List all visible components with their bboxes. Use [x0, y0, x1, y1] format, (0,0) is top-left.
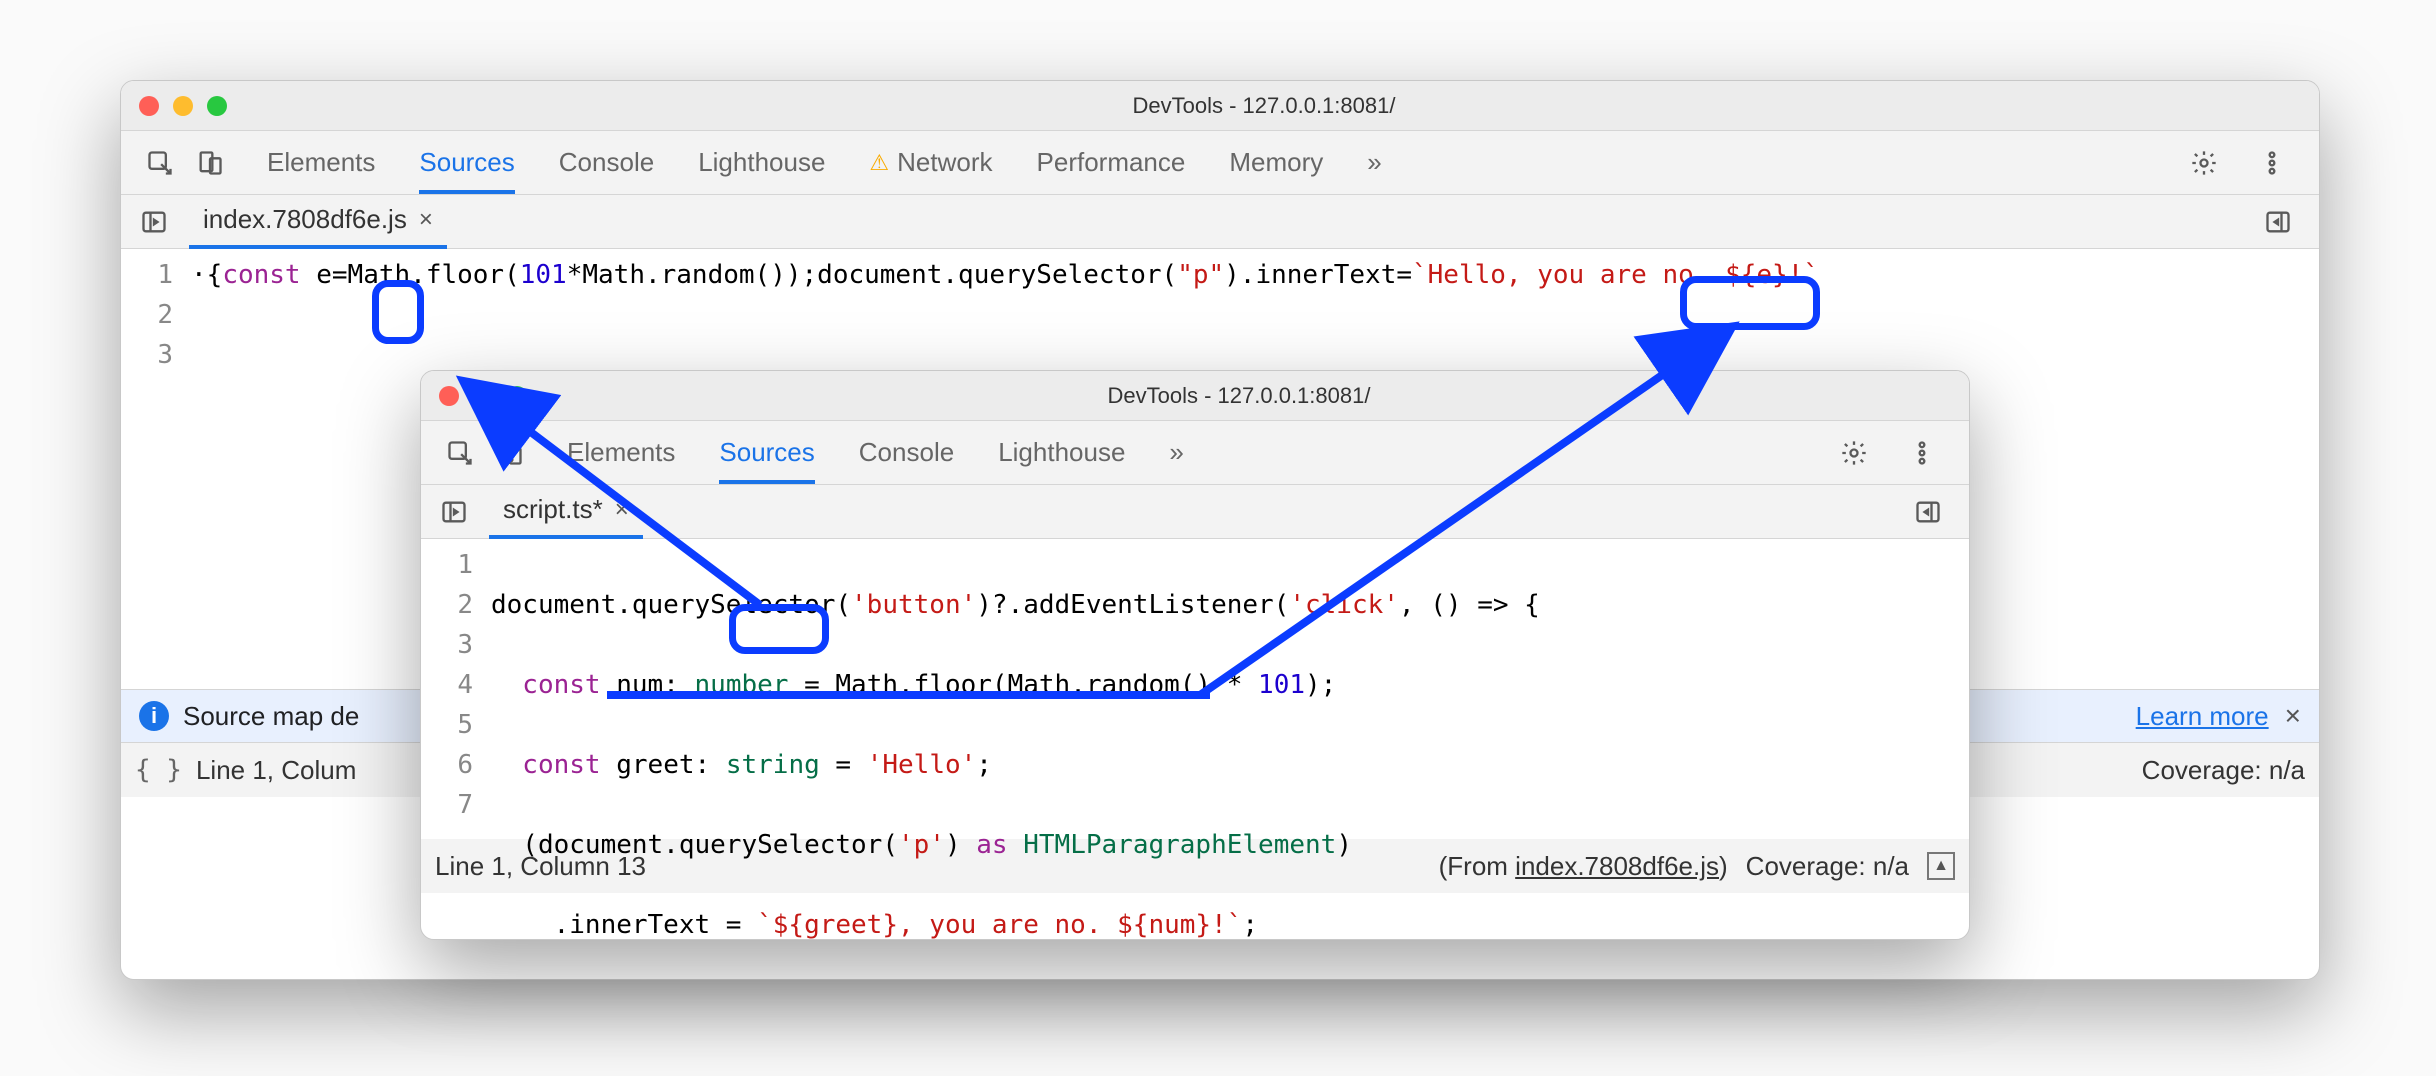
file-tab-label: script.ts*: [503, 494, 603, 525]
cursor-position: Line 1, Colum: [196, 755, 356, 786]
tab-elements[interactable]: Elements: [567, 421, 675, 484]
line-gutter: 1 2 3 4 5 6 7: [421, 539, 491, 839]
minimize-icon[interactable]: [473, 386, 493, 406]
tab-sources[interactable]: Sources: [719, 421, 814, 484]
inspect-icon[interactable]: [439, 432, 481, 474]
close-icon[interactable]: [439, 386, 459, 406]
panel-toolbar: Elements Sources Console Lighthouse ⚠ Net…: [121, 131, 2319, 195]
coverage-label: Coverage: n/a: [2142, 755, 2305, 786]
close-icon[interactable]: ×: [419, 206, 433, 234]
panel-tabs: Elements Sources Console Lighthouse »: [567, 421, 1833, 484]
file-tabs: index.7808df6e.js ×: [121, 195, 2319, 249]
cursor-position: Line 1, Column 13: [435, 851, 646, 882]
maximize-icon[interactable]: [507, 386, 527, 406]
line-number: 2: [445, 585, 473, 625]
window-title: DevTools - 127.0.0.1:8081/: [527, 383, 1951, 409]
line-number: 1: [445, 545, 473, 585]
titlebar: DevTools - 127.0.0.1:8081/: [421, 371, 1969, 421]
tab-network[interactable]: ⚠ Network: [869, 131, 992, 194]
line-number: 3: [445, 625, 473, 665]
more-tabs-icon[interactable]: »: [1169, 421, 1183, 484]
code-content: document.querySelector('button')?.addEve…: [491, 539, 1550, 839]
close-icon[interactable]: ×: [2285, 700, 2301, 732]
learn-more-link[interactable]: Learn more: [2136, 701, 2269, 732]
minimize-icon[interactable]: [173, 96, 193, 116]
debugger-toggle-icon[interactable]: [1907, 491, 1949, 533]
pretty-print-icon[interactable]: { }: [135, 755, 182, 785]
kebab-menu-icon[interactable]: [2251, 142, 2293, 184]
file-tab-label: index.7808df6e.js: [203, 204, 407, 235]
device-toggle-icon[interactable]: [189, 142, 231, 184]
line-number: 6: [445, 745, 473, 785]
line-number: 5: [445, 705, 473, 745]
tab-console[interactable]: Console: [859, 421, 954, 484]
gear-icon[interactable]: [2183, 142, 2225, 184]
panel-tabs: Elements Sources Console Lighthouse ⚠ Net…: [267, 131, 2183, 194]
navigator-toggle-icon[interactable]: [433, 491, 475, 533]
tab-performance[interactable]: Performance: [1037, 131, 1186, 194]
more-tabs-icon[interactable]: »: [1367, 131, 1381, 194]
tab-console[interactable]: Console: [559, 131, 654, 194]
info-icon: i: [139, 701, 169, 731]
maximize-icon[interactable]: [207, 96, 227, 116]
devtools-window-source: DevTools - 127.0.0.1:8081/ Elements Sour…: [420, 370, 1970, 940]
tab-elements[interactable]: Elements: [267, 131, 375, 194]
origin-file-link[interactable]: index.7808df6e.js: [1515, 851, 1719, 881]
tab-sources[interactable]: Sources: [419, 131, 514, 194]
line-number: 7: [445, 785, 473, 825]
debugger-toggle-icon[interactable]: [2257, 201, 2299, 243]
tab-network-label: Network: [897, 147, 992, 178]
gear-icon[interactable]: [1833, 432, 1875, 474]
tab-lighthouse[interactable]: Lighthouse: [698, 131, 825, 194]
close-icon[interactable]: ×: [615, 496, 629, 524]
line-gutter: 1 2 3: [121, 249, 191, 689]
close-icon[interactable]: [139, 96, 159, 116]
tab-lighthouse[interactable]: Lighthouse: [998, 421, 1125, 484]
navigator-toggle-icon[interactable]: [133, 201, 175, 243]
coverage-label: Coverage: n/a: [1746, 851, 1909, 882]
warning-icon: ⚠: [869, 150, 889, 176]
panel-toolbar: Elements Sources Console Lighthouse »: [421, 421, 1969, 485]
tab-memory[interactable]: Memory: [1229, 131, 1323, 194]
infobar-text: Source map de: [183, 701, 359, 732]
line-number: 2: [145, 295, 173, 335]
expand-icon[interactable]: ▲: [1927, 852, 1955, 880]
file-tab-active[interactable]: index.7808df6e.js ×: [189, 194, 447, 249]
line-number: 3: [145, 335, 173, 375]
device-toggle-icon[interactable]: [489, 432, 531, 474]
file-tabs: script.ts* ×: [421, 485, 1969, 539]
inspect-icon[interactable]: [139, 142, 181, 184]
line-number: 4: [445, 665, 473, 705]
sourcemap-origin: (From index.7808df6e.js): [1439, 851, 1728, 882]
titlebar: DevTools - 127.0.0.1:8081/: [121, 81, 2319, 131]
code-editor[interactable]: 1 2 3 4 5 6 7 document.querySelector('bu…: [421, 539, 1969, 839]
window-title: DevTools - 127.0.0.1:8081/: [227, 93, 2301, 119]
kebab-menu-icon[interactable]: [1901, 432, 1943, 474]
file-tab-active[interactable]: script.ts* ×: [489, 484, 643, 539]
line-number: 1: [145, 255, 173, 295]
